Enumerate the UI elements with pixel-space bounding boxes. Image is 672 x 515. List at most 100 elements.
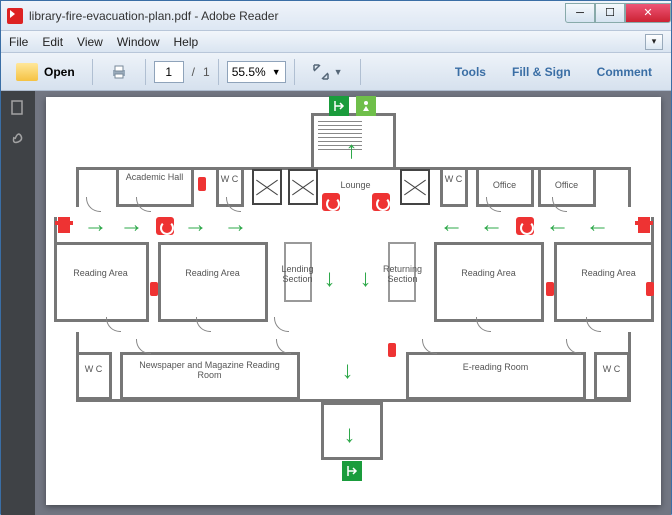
open-button[interactable]: Open [7,58,84,86]
room-wc2 [440,167,468,207]
thumbnails-icon[interactable] [9,99,27,117]
label-lounge: Lounge [336,181,376,191]
elevator-icon [288,169,318,205]
room-reading-area-1 [54,242,149,322]
fire-alarm-icon [322,193,340,211]
workarea: ↑ Academic Hall W C Lounge [1,91,671,515]
attachments-icon[interactable] [9,129,27,147]
document-canvas[interactable]: ↑ Academic Hall W C Lounge [35,91,671,515]
label-reading-area-3: Reading Area [454,269,524,279]
door-icon [86,197,100,211]
evacuation-arrow-right-icon: → [224,211,248,239]
close-button[interactable]: ✕ [625,3,671,23]
evacuation-arrow-left-icon: ← [546,211,570,239]
separator [360,59,361,85]
tools-panel-button[interactable]: Tools [442,58,499,86]
comment-panel-button[interactable]: Comment [584,58,665,86]
separator [218,59,219,85]
fire-alarm-icon [156,217,174,235]
door-icon [586,317,600,331]
door-icon [136,339,150,353]
fire-extinguisher-icon [388,343,396,357]
label-academic-hall: Academic Hall [124,173,186,183]
assembly-point-icon [356,96,376,116]
menu-edit[interactable]: Edit [42,35,63,49]
floor-plan: Academic Hall W C Lounge W C Office [76,157,631,417]
label-wc1: W C [220,175,240,185]
door-icon [566,339,580,353]
fire-hydrant-icon [638,217,650,233]
expand-icon [312,63,330,81]
toolbar-overflow-button[interactable]: ▾ [645,34,663,50]
toolbar: Open / 1 55.5% ▼ ▼ Tools Fill & Sign Co [1,53,671,91]
evacuation-arrow-down-icon: ↓ [360,265,372,293]
chevron-down-icon: ▼ [272,67,281,77]
room-reading-area-4 [554,242,654,322]
elevator-icon [252,169,282,205]
label-office1: Office [484,181,526,191]
room-reading-area-2 [158,242,268,322]
page-number-input[interactable] [154,61,184,83]
menubar: File Edit View Window Help ▾ [1,31,671,53]
minimize-button[interactable]: ─ [565,3,595,23]
menu-view[interactable]: View [77,35,103,49]
label-reading-area-2: Reading Area [178,269,248,279]
folder-icon [16,63,38,81]
menu-file[interactable]: File [9,35,28,49]
read-mode-button[interactable]: ▼ [303,58,352,86]
evacuation-arrow-right-icon: → [184,211,208,239]
printer-icon [110,63,128,81]
separator [294,59,295,85]
door-icon [422,339,436,353]
nav-sidebar [1,91,35,515]
open-label: Open [44,65,75,79]
label-returning: Returning Section [378,265,428,285]
menu-help[interactable]: Help [174,35,199,49]
evacuation-arrow-left-icon: ← [440,211,464,239]
separator [92,59,93,85]
separator [145,59,146,85]
evacuation-arrow-down-icon: ↓ [324,265,336,293]
zoom-select[interactable]: 55.5% ▼ [227,61,286,83]
door-icon [226,197,240,211]
fill-sign-panel-button[interactable]: Fill & Sign [499,58,584,86]
exit-sign-icon [329,96,349,116]
fire-extinguisher-icon [546,282,554,296]
titlebar: library-fire-evacuation-plan.pdf - Adobe… [1,1,671,31]
menu-window[interactable]: Window [117,35,160,49]
fire-alarm-icon [516,217,534,235]
exit-sign-icon [342,461,362,481]
evacuation-arrow-left-icon: ← [480,211,504,239]
door-icon [276,339,290,353]
evacuation-arrow-down-icon: ↓ [344,421,356,449]
adobe-reader-icon [7,8,23,24]
fire-extinguisher-icon [150,282,158,296]
page-sep: / [192,65,195,79]
door-icon [136,197,150,211]
door-icon [552,197,566,211]
label-ereading: E-reading Room [456,363,536,373]
evacuation-arrow-down-icon: ↓ [342,357,354,385]
door-icon [486,197,500,211]
elevator-icon [400,169,430,205]
print-button[interactable] [101,58,137,86]
page-total: 1 [203,65,210,79]
maximize-button[interactable]: ☐ [595,3,625,23]
app-window: library-fire-evacuation-plan.pdf - Adobe… [0,0,672,514]
pdf-page: ↑ Academic Hall W C Lounge [46,97,661,505]
fire-alarm-icon [372,193,390,211]
label-wc2: W C [444,175,464,185]
fire-extinguisher-icon [198,177,206,191]
door-icon [476,317,490,331]
door-icon [196,317,210,331]
fire-extinguisher-icon [646,282,654,296]
fire-hydrant-icon [58,217,70,233]
room-wc4 [594,352,630,400]
evacuation-arrow-right-icon: → [120,211,144,239]
label-wc4: W C [600,365,624,375]
label-wc3: W C [82,365,106,375]
evacuation-arrow-right-icon: → [84,211,108,239]
chevron-down-icon: ▼ [334,67,343,77]
room-wc3 [76,352,112,400]
label-reading-area-1: Reading Area [66,269,136,279]
